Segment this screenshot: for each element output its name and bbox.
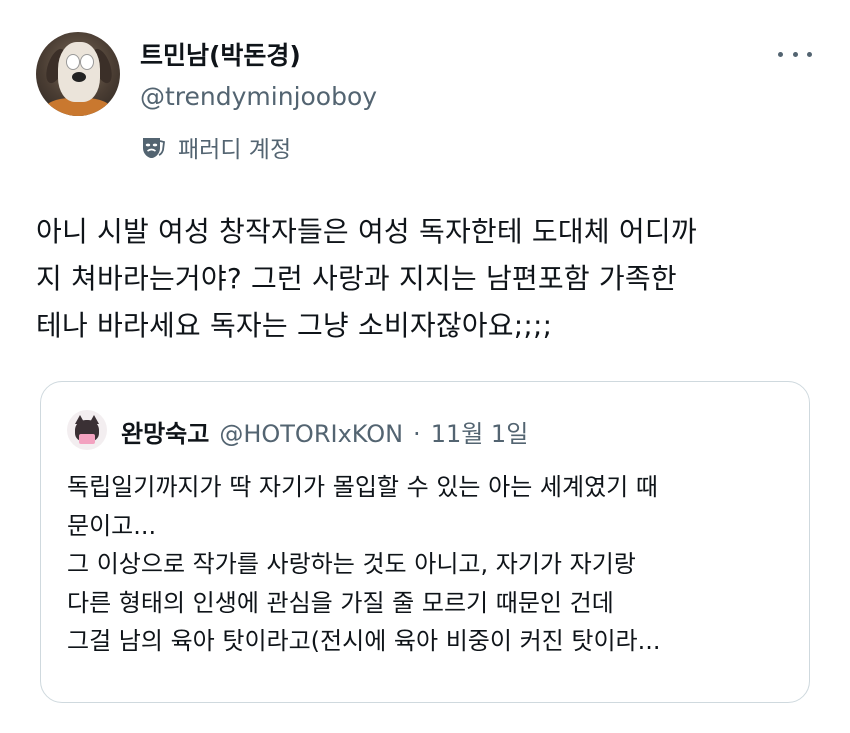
- quoted-author-name[interactable]: 완망숙고: [121, 414, 209, 449]
- quoted-line: 다른 형태의 인생에 관심을 가질 줄 모르기 때문인 건데: [67, 588, 614, 617]
- avatar-eye: [80, 54, 94, 70]
- tweet-line: 테나 바라세요 독자는 그냥 소비자잖아요;;;;: [36, 309, 553, 342]
- tweet-text: 아니 시발 여성 창작자들은 여성 독자한테 도대체 어디까 지 쳐바라는거야?…: [36, 208, 826, 349]
- more-options-button[interactable]: [778, 44, 812, 64]
- tweet-line: 아니 시발 여성 창작자들은 여성 독자한테 도대체 어디까: [36, 215, 697, 248]
- quoted-author-handle[interactable]: @HOTORIxKON: [219, 420, 403, 448]
- quoted-tweet-card[interactable]: 완망숙고 @HOTORIxKON · 11월 1일 독립일기까지가 딱 자기가 …: [40, 381, 810, 703]
- more-horizontal-icon: [807, 51, 812, 57]
- more-horizontal-icon: [792, 51, 798, 57]
- theater-mask-icon: [143, 138, 165, 158]
- quoted-line: 그 이상으로 작가를 사랑하는 것도 아니고, 자기가 자기랑: [67, 550, 636, 578]
- quoted-line: 독립일기까지가 딱 자기가 몰입할 수 있는 아는 세계였기 때: [67, 473, 658, 501]
- parody-label-text: 패러디 계정: [178, 137, 292, 163]
- avatar-eye: [66, 54, 80, 70]
- quoted-tweet-text: 독립일기까지가 딱 자기가 몰입할 수 있는 아는 세계였기 때 문이고... …: [67, 468, 797, 661]
- author-display-name[interactable]: 트민남(박돈경): [140, 36, 301, 72]
- quoted-line: 문이고...: [67, 511, 157, 540]
- quoted-tweet-date[interactable]: 11월 1일: [431, 414, 529, 449]
- more-horizontal-icon: [778, 51, 783, 57]
- quoted-tweet-header: 완망숙고 @HOTORIxKON · 11월 1일: [121, 414, 528, 449]
- quoted-author-avatar[interactable]: [67, 410, 107, 450]
- avatar-book: [79, 434, 95, 444]
- tweet-line: 지 쳐바라는거야? 그런 사랑과 지지는 남편포함 가족한: [36, 262, 677, 295]
- avatar-nose: [72, 72, 86, 82]
- author-handle[interactable]: @trendyminjooboy: [140, 82, 377, 111]
- header-separator: ·: [413, 420, 421, 448]
- parody-account-label: 패러디 계정: [140, 130, 291, 164]
- quoted-line: 그걸 남의 육아 탓이라고(전시에 육아 비중이 커진 탓이라...: [67, 627, 661, 655]
- author-avatar[interactable]: [36, 32, 120, 116]
